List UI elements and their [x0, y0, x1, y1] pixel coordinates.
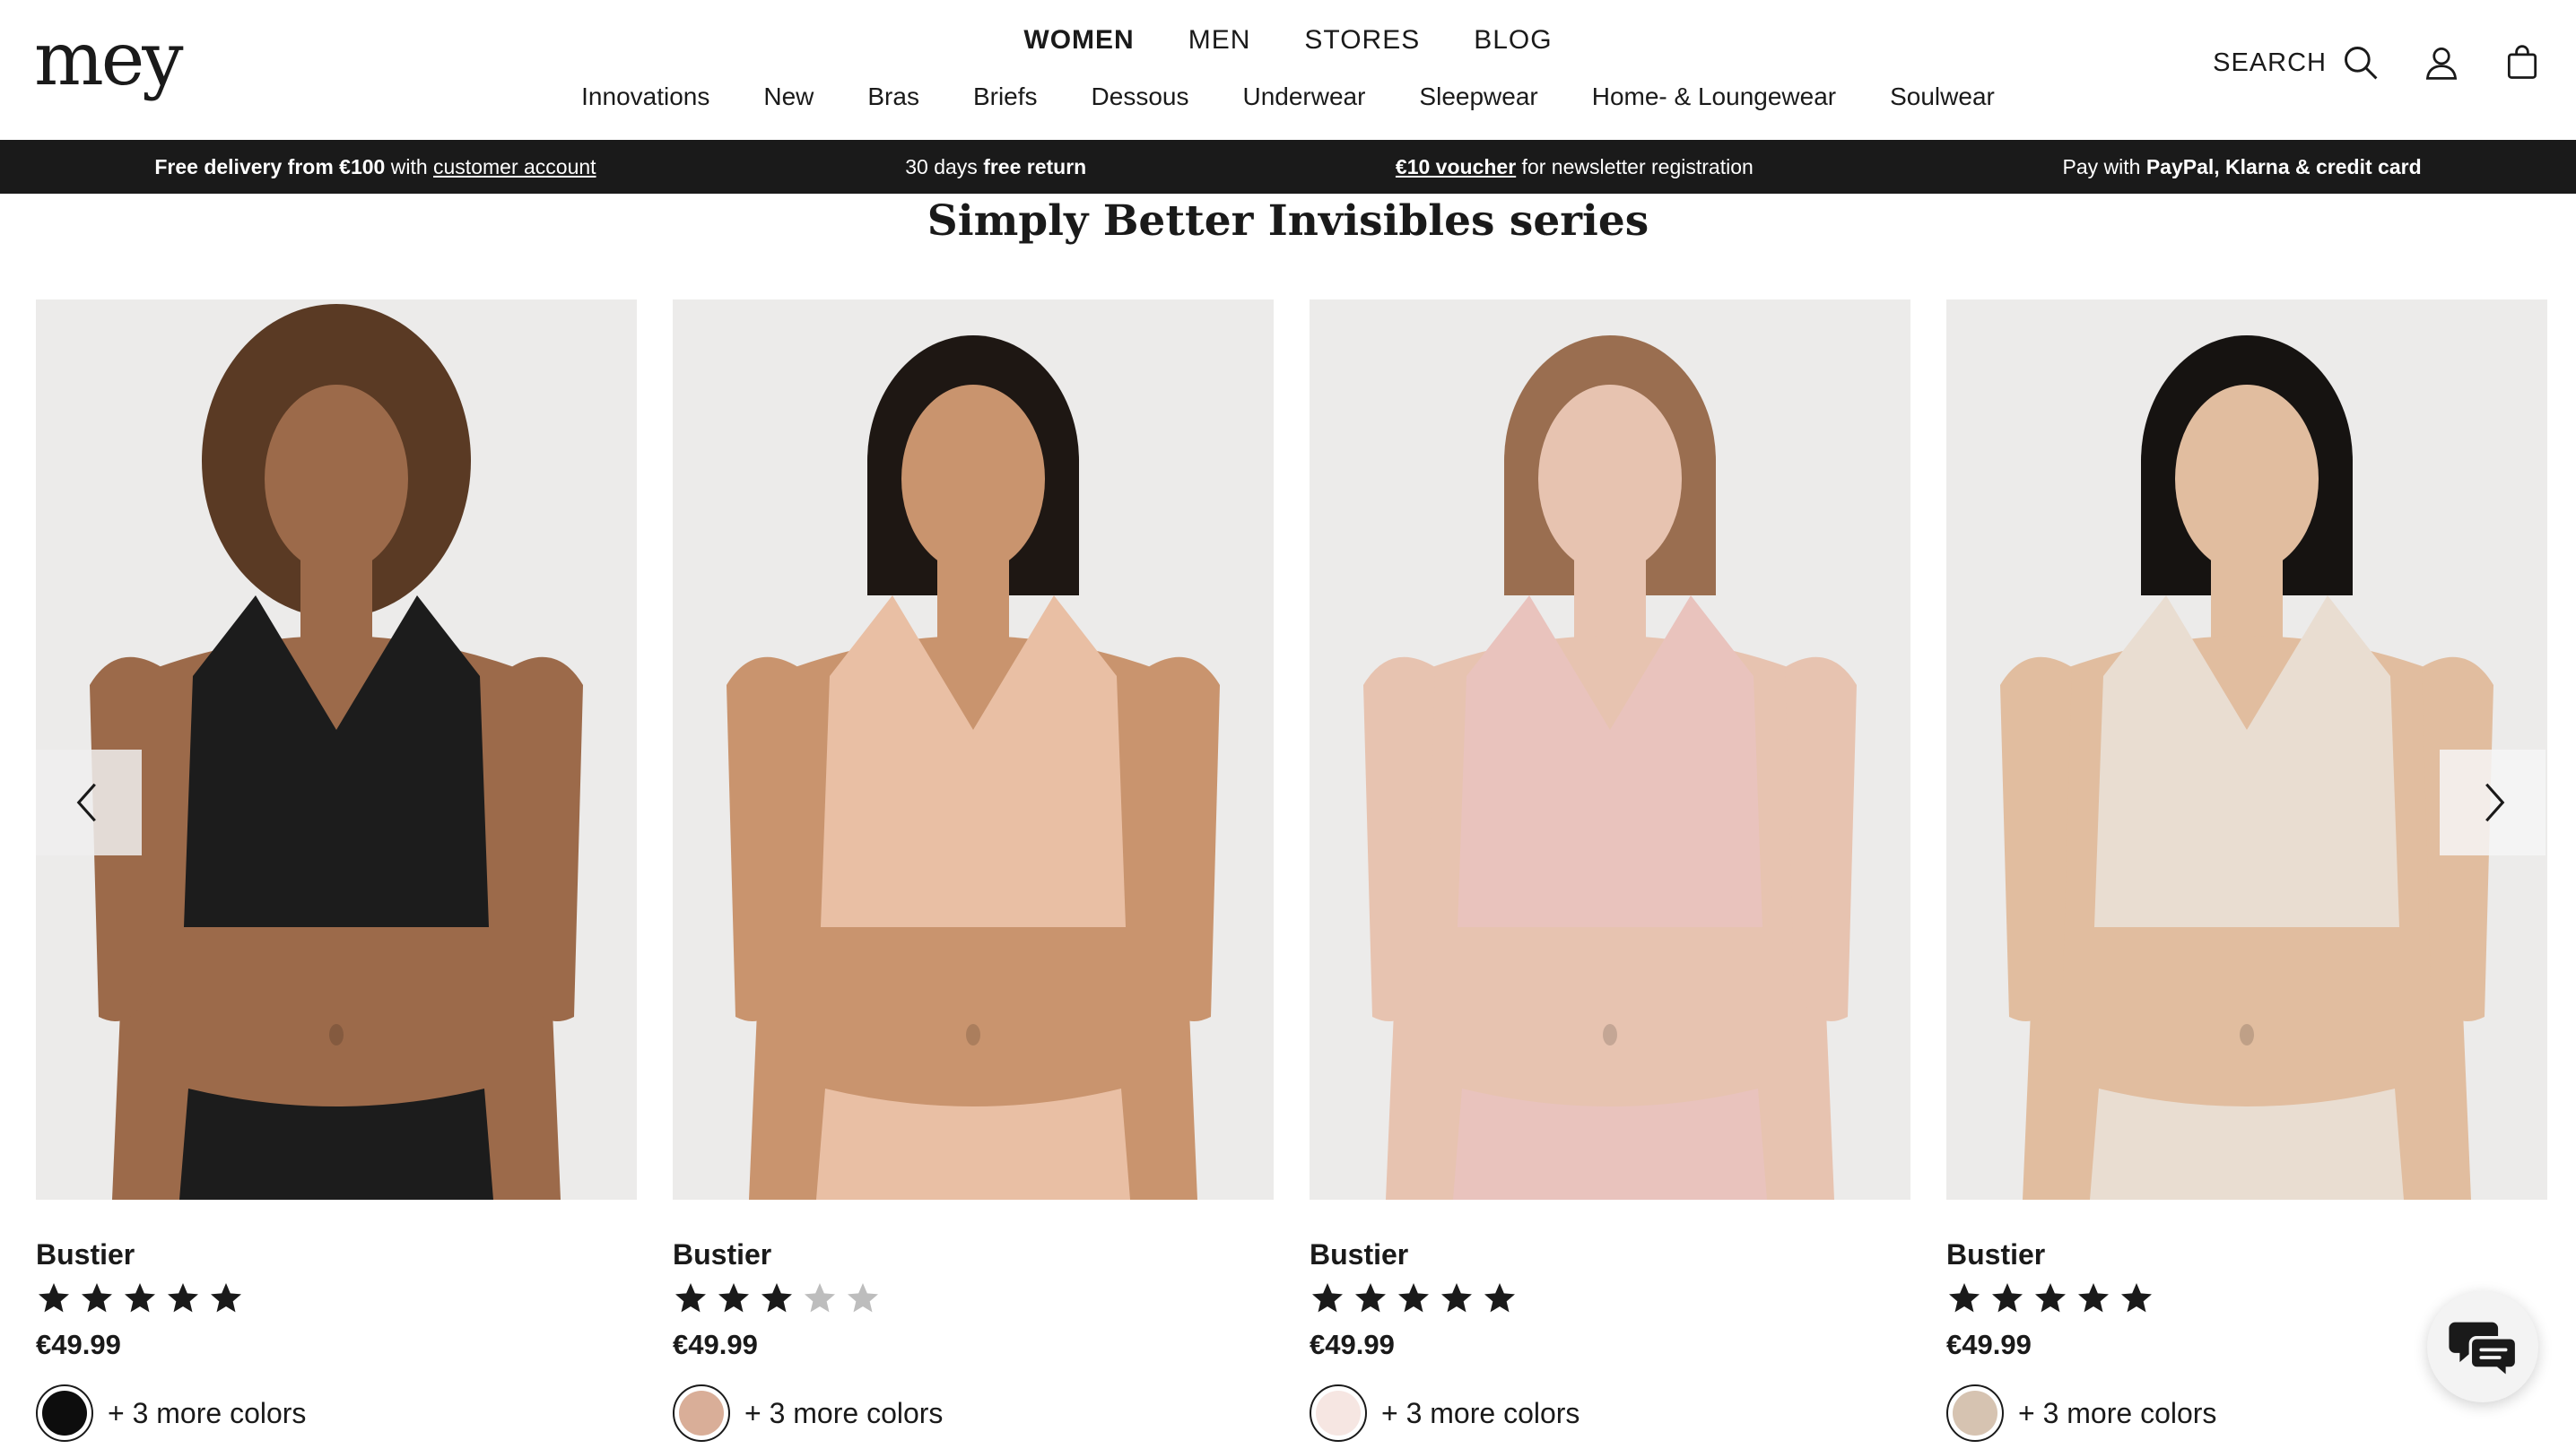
star-filled-icon — [39, 1283, 69, 1313]
chat-button[interactable] — [2427, 1291, 2538, 1402]
chevron-right-icon — [2485, 783, 2505, 822]
star-filled-icon — [1441, 1283, 1472, 1313]
nav-women[interactable]: WOMEN — [1023, 25, 1134, 56]
product-rating — [673, 1280, 1274, 1316]
section-title: Simply Better Invisibles series — [927, 196, 1649, 246]
promo-free-delivery-bold: Free delivery from €100 — [154, 154, 386, 178]
promo-payment: Pay with PayPal, Klarna & credit card — [2062, 155, 2421, 179]
star-filled-icon — [125, 1283, 155, 1313]
product-name[interactable]: Bustier — [673, 1237, 1274, 1271]
nav-stores[interactable]: STORES — [1304, 25, 1420, 56]
product-card[interactable]: Bustier €49.99 + 3 more colors — [1946, 299, 2547, 1442]
star-filled-icon — [1398, 1283, 1429, 1313]
star-filled-icon — [1484, 1283, 1515, 1313]
product-name[interactable]: Bustier — [1946, 1237, 2547, 1271]
star-filled-icon — [2035, 1283, 2066, 1313]
promo-free-delivery-text: with — [385, 154, 434, 178]
product-price: €49.99 — [36, 1329, 121, 1360]
chevron-left-icon — [76, 783, 96, 822]
more-colors-link[interactable]: + 3 more colors — [108, 1397, 306, 1430]
category-soulwear[interactable]: Soulwear — [1890, 82, 1995, 111]
category-underwear[interactable]: Underwear — [1242, 82, 1365, 111]
product-image[interactable] — [1310, 299, 1910, 1200]
star-filled-icon — [1355, 1283, 1386, 1313]
search-button[interactable]: SEARCH — [2213, 43, 2380, 82]
star-filled-icon — [2078, 1283, 2109, 1313]
product-card[interactable]: Bustier €49.99 + 3 more colors — [36, 299, 637, 1442]
color-swatch[interactable] — [1946, 1384, 2004, 1442]
category-new[interactable]: New — [763, 82, 814, 111]
star-filled-icon — [761, 1283, 792, 1313]
star-filled-icon — [168, 1283, 198, 1313]
color-swatch[interactable] — [673, 1384, 730, 1442]
star-filled-icon — [82, 1283, 112, 1313]
swatch-color — [679, 1391, 724, 1436]
header-actions: SEARCH — [2213, 43, 2542, 82]
more-colors-link[interactable]: + 3 more colors — [2018, 1397, 2216, 1430]
star-filled-icon — [1992, 1283, 2023, 1313]
promo-bar: Free delivery from €100 with customer ac… — [0, 140, 2576, 194]
promo-voucher-text: for newsletter registration — [1516, 154, 1754, 178]
color-swatch[interactable] — [36, 1384, 93, 1442]
swatch-color — [1316, 1391, 1361, 1436]
category-dessous[interactable]: Dessous — [1092, 82, 1189, 111]
product-name[interactable]: Bustier — [36, 1237, 637, 1271]
star-empty-icon — [848, 1283, 878, 1313]
bag-icon[interactable] — [2502, 43, 2542, 82]
swatch-color — [1953, 1391, 1997, 1436]
star-filled-icon — [1312, 1283, 1343, 1313]
search-icon — [2345, 47, 2378, 80]
swatch-color — [42, 1391, 87, 1436]
star-filled-icon — [718, 1283, 749, 1313]
main-nav: WOMEN MEN STORES BLOG — [0, 25, 2576, 56]
color-options: + 3 more colors — [1310, 1384, 1910, 1442]
product-card[interactable]: Bustier €49.99 + 3 more colors — [673, 299, 1274, 1442]
color-options: + 3 more colors — [36, 1384, 637, 1442]
star-filled-icon — [2121, 1283, 2152, 1313]
more-colors-link[interactable]: + 3 more colors — [1381, 1397, 1580, 1430]
carousel-next-button[interactable] — [2440, 750, 2546, 855]
promo-payment-text: Pay with — [2062, 154, 2146, 178]
color-swatch[interactable] — [1310, 1384, 1367, 1442]
star-filled-icon — [675, 1283, 706, 1313]
product-price: €49.99 — [1310, 1329, 1395, 1360]
category-sleepwear[interactable]: Sleepwear — [1419, 82, 1537, 111]
promo-voucher: €10 voucher for newsletter registration — [1396, 155, 1754, 179]
category-bras[interactable]: Bras — [867, 82, 919, 111]
star-filled-icon — [1949, 1283, 1980, 1313]
product-rating — [36, 1280, 637, 1316]
chat-bubbles-icon — [2449, 1322, 2519, 1381]
category-nav: Innovations New Bras Briefs Dessous Unde… — [0, 82, 2576, 111]
nav-blog[interactable]: BLOG — [1474, 25, 1552, 56]
product-rating — [1310, 1280, 1910, 1316]
promo-free-delivery: Free delivery from €100 with customer ac… — [154, 155, 596, 179]
nav-men[interactable]: MEN — [1188, 25, 1251, 56]
carousel-prev-button[interactable] — [36, 750, 142, 855]
search-label: SEARCH — [2213, 48, 2327, 77]
promo-free-return: 30 days free return — [905, 155, 1086, 179]
product-card[interactable]: Bustier €49.99 + 3 more colors — [1310, 299, 1910, 1442]
account-icon[interactable] — [2422, 43, 2461, 82]
product-name[interactable]: Bustier — [1310, 1237, 1910, 1271]
promo-payment-bold: PayPal, Klarna & credit card — [2145, 154, 2422, 178]
more-colors-link[interactable]: + 3 more colors — [744, 1397, 943, 1430]
star-empty-icon — [805, 1283, 835, 1313]
site-header: mey WOMEN MEN STORES BLOG Innovations Ne… — [0, 0, 2576, 140]
star-filled-icon — [211, 1283, 241, 1313]
voucher-link[interactable]: €10 voucher — [1396, 155, 1516, 178]
category-loungewear[interactable]: Home- & Loungewear — [1592, 82, 1836, 111]
promo-free-return-text: 30 days — [905, 154, 984, 178]
color-options: + 3 more colors — [673, 1384, 1274, 1442]
product-image[interactable] — [673, 299, 1274, 1200]
promo-free-return-bold: free return — [983, 154, 1087, 178]
category-innovations[interactable]: Innovations — [581, 82, 709, 111]
customer-account-link[interactable]: customer account — [433, 155, 596, 178]
product-price: €49.99 — [673, 1329, 758, 1360]
category-briefs[interactable]: Briefs — [973, 82, 1038, 111]
